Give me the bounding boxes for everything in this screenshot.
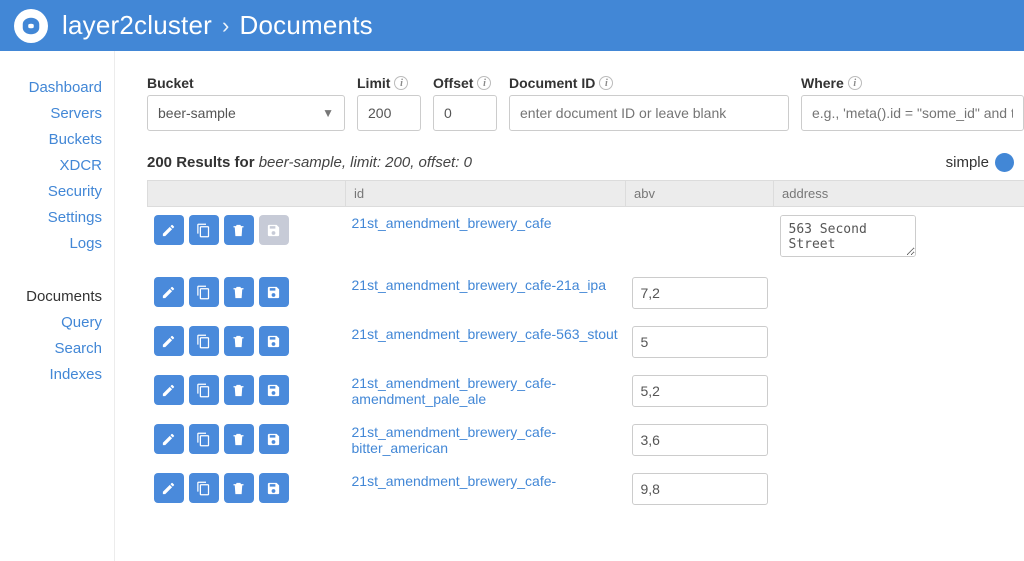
document-id-link[interactable]: 21st_amendment_brewery_cafe-563_stout [352,326,620,342]
info-icon[interactable]: i [599,76,613,90]
results-bucket: beer-sample [259,154,342,171]
sidebar-item-logs[interactable]: Logs [69,235,102,252]
sidebar-item-buckets[interactable]: Buckets [49,131,102,148]
abv-input[interactable] [632,424,768,456]
copy-button[interactable] [189,277,219,307]
sidebar-nav: Dashboard Servers Buckets XDCR Security Setti… [0,51,115,561]
delete-button[interactable] [224,277,254,307]
abv-input[interactable] [632,473,768,505]
delete-button[interactable] [224,424,254,454]
document-id-link[interactable]: 21st_amendment_brewery_cafe-21a_ipa [352,277,620,293]
address-textarea[interactable] [780,215,916,257]
results-summary: 200 Results for beer-sample, limit: 200,… [147,153,1024,172]
docid-input[interactable] [509,95,789,131]
bucket-select[interactable]: beer-sample ▼ [147,95,345,131]
limit-input[interactable] [357,95,421,131]
documents-table: id abv address 21st_amendment_brewery_ca… [147,180,1024,514]
results-count: 200 [147,154,172,171]
filter-bar: Bucket beer-sample ▼ Limiti Offseti Docu… [147,75,1024,131]
docid-label: Document IDi [509,75,789,91]
info-icon[interactable]: i [394,76,408,90]
table-row: 21st_amendment_brewery_cafe-563_stout [148,318,1024,367]
copy-button[interactable] [189,326,219,356]
delete-button[interactable] [224,215,254,245]
copy-button[interactable] [189,215,219,245]
edit-button[interactable] [154,215,184,245]
sidebar-item-dashboard[interactable]: Dashboard [29,79,102,96]
sidebar-item-xdcr[interactable]: XDCR [59,157,102,174]
bucket-select-value: beer-sample [158,105,236,121]
sidebar-item-documents[interactable]: Documents [26,288,102,305]
document-id-link[interactable]: 21st_amendment_brewery_cafe- [352,473,620,489]
document-id-link[interactable]: 21st_amendment_brewery_cafe [352,215,620,231]
edit-button[interactable] [154,473,184,503]
column-address[interactable]: address [774,181,1024,207]
delete-button[interactable] [224,473,254,503]
abv-input[interactable] [632,375,768,407]
table-row: 21st_amendment_brewery_cafe-amendment_pa… [148,367,1024,416]
offset-label: Offseti [433,75,497,91]
edit-button[interactable] [154,375,184,405]
document-id-link[interactable]: 21st_amendment_brewery_cafe-bitter_ameri… [352,424,620,456]
cluster-name[interactable]: layer2cluster [62,10,212,41]
document-id-link[interactable]: 21st_amendment_brewery_cafe-amendment_pa… [352,375,620,407]
view-toggle-label: simple [946,154,989,171]
save-button[interactable] [259,473,289,503]
limit-label: Limiti [357,75,421,91]
info-icon[interactable]: i [848,76,862,90]
breadcrumb: layer2cluster › Documents [62,10,373,41]
where-label: Wherei [801,75,1024,91]
sidebar-item-settings[interactable]: Settings [48,209,102,226]
column-actions [148,181,346,207]
chevron-down-icon: ▼ [322,106,334,120]
sidebar-item-indexes[interactable]: Indexes [49,366,102,383]
delete-button[interactable] [224,326,254,356]
couchbase-logo-icon [20,15,42,37]
view-toggle[interactable] [995,153,1014,172]
results-limit: 200 [385,154,410,171]
where-input[interactable] [801,95,1024,131]
column-id[interactable]: id [346,181,626,207]
header-bar: layer2cluster › Documents [0,0,1024,51]
section-name: Documents [240,10,373,41]
copy-button[interactable] [189,473,219,503]
info-icon[interactable]: i [477,76,491,90]
sidebar-item-security[interactable]: Security [48,183,102,200]
offset-input[interactable] [433,95,497,131]
table-row: 21st_amendment_brewery_cafe-21a_ipa [148,269,1024,318]
edit-button[interactable] [154,326,184,356]
delete-button[interactable] [224,375,254,405]
abv-input[interactable] [632,326,768,358]
save-button [259,215,289,245]
app-logo [14,9,48,43]
table-row: 21st_amendment_brewery_cafe- [148,465,1024,514]
save-button[interactable] [259,375,289,405]
content-pane: Bucket beer-sample ▼ Limiti Offseti Docu… [115,51,1024,561]
copy-button[interactable] [189,424,219,454]
save-button[interactable] [259,424,289,454]
column-abv[interactable]: abv [626,181,774,207]
sidebar-item-servers[interactable]: Servers [50,105,102,122]
sidebar-item-search[interactable]: Search [54,340,102,357]
results-offset: 0 [464,154,472,171]
save-button[interactable] [259,277,289,307]
abv-input[interactable] [632,277,768,309]
chevron-right-icon: › [222,13,230,39]
bucket-label: Bucket [147,75,345,91]
table-row: 21st_amendment_brewery_cafe-bitter_ameri… [148,416,1024,465]
table-row: 21st_amendment_brewery_cafe [148,207,1024,269]
copy-button[interactable] [189,375,219,405]
sidebar-item-query[interactable]: Query [61,314,102,331]
edit-button[interactable] [154,277,184,307]
save-button[interactable] [259,326,289,356]
edit-button[interactable] [154,424,184,454]
